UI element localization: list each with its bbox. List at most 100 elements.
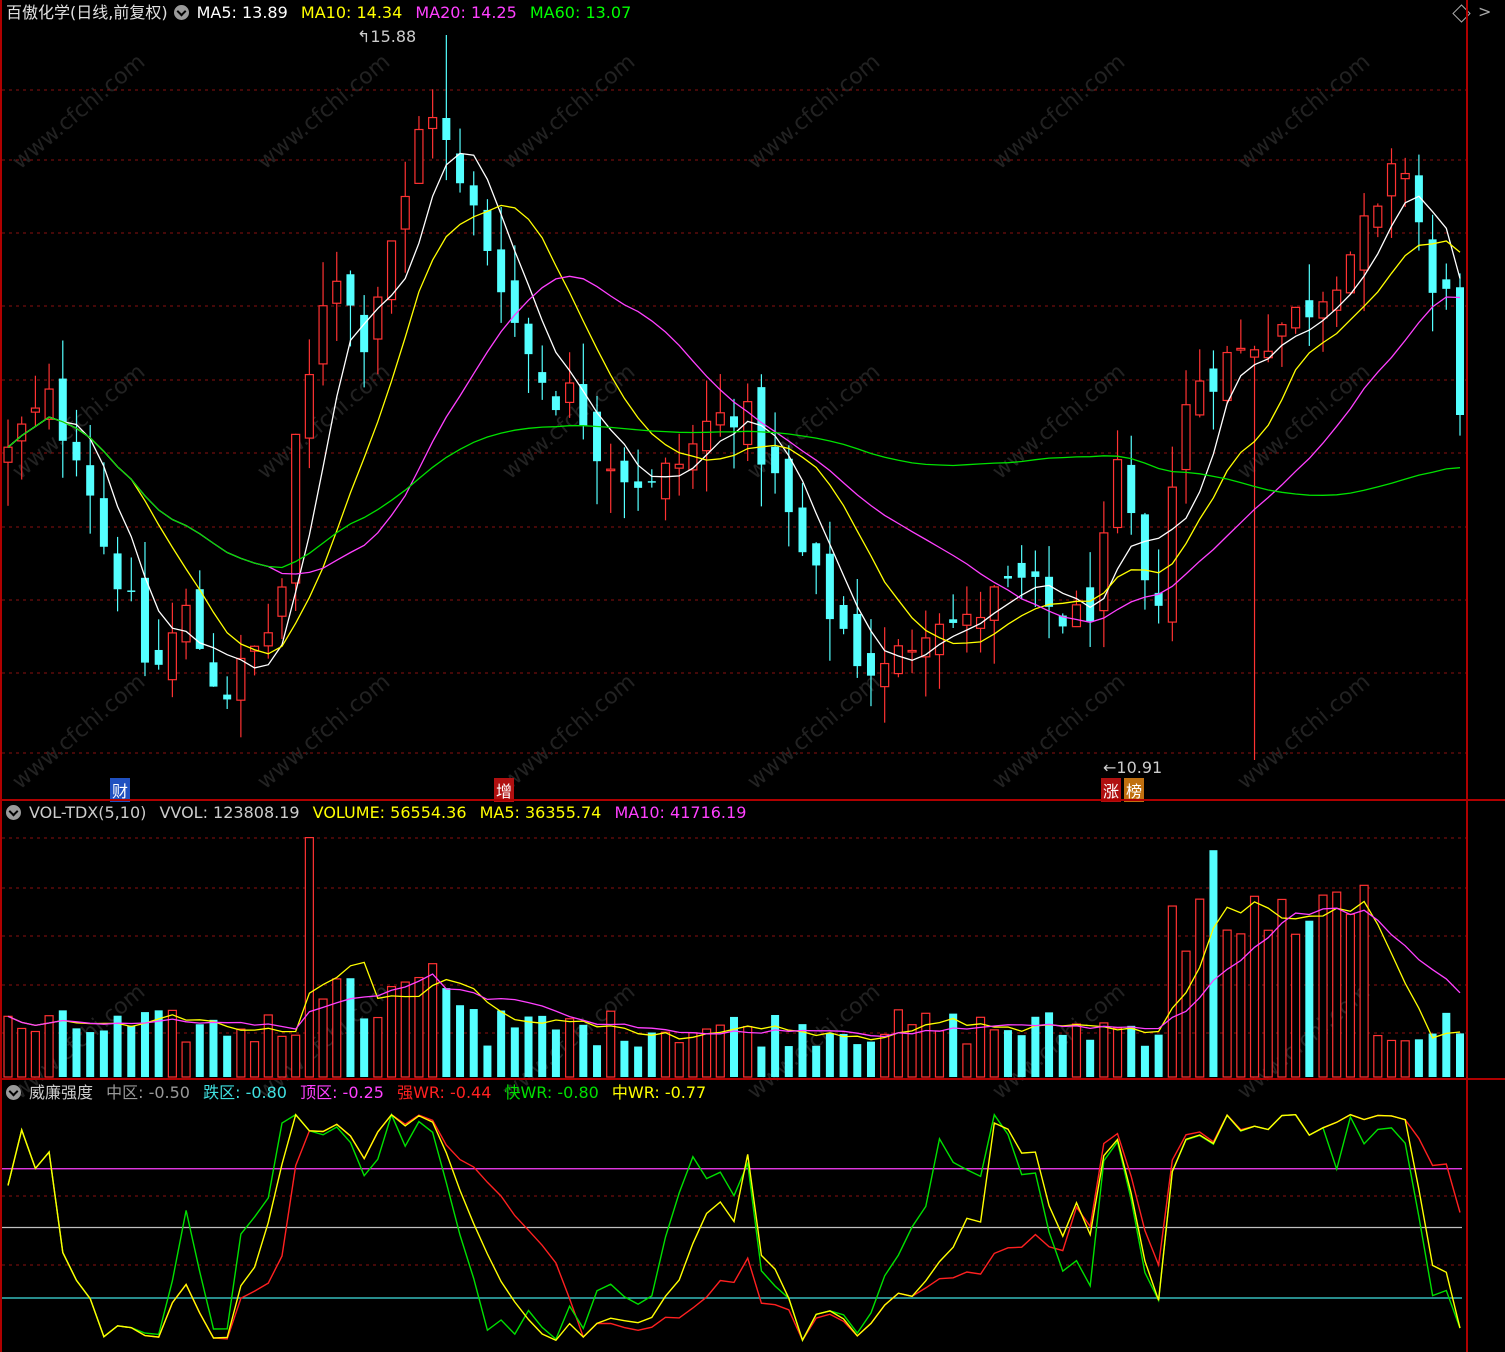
volume-bar-down	[949, 1013, 958, 1077]
stock-chart[interactable]: www.cfchi.com www.cfchi.com www.cfchi.com w…	[0, 0, 1505, 1352]
volume-bar-down	[825, 1033, 834, 1077]
candle-body-up	[400, 195, 410, 230]
volume-bar-up	[921, 1012, 931, 1078]
candle-body-down	[634, 481, 643, 488]
volume-bar-up	[660, 1031, 671, 1078]
volume-bar-up	[893, 1009, 903, 1078]
candle-body-down	[497, 249, 506, 293]
watermark-text: www.cfchi.com	[8, 669, 150, 794]
low-price-label: ←10.91	[1103, 758, 1163, 777]
candle-body-up	[1291, 306, 1301, 329]
volume-bar-up	[702, 1028, 712, 1078]
candle-body-up	[1318, 301, 1328, 319]
candle-body-up	[1181, 404, 1191, 471]
candle-body-down	[99, 498, 108, 547]
volume-bar-up	[1112, 1027, 1123, 1078]
mid-wr-label: 中WR: -0.77	[611, 1083, 707, 1102]
volume-bar-down	[538, 1015, 547, 1077]
volume-bar-down	[72, 1028, 81, 1077]
ma60-label: MA60: 13.07	[529, 3, 632, 22]
candle-body-down	[346, 274, 355, 306]
candle-body-up	[962, 613, 972, 626]
candle-body-down	[593, 411, 602, 462]
volume-bar-up	[428, 963, 438, 1078]
candle-body-down	[86, 465, 95, 496]
candle-body-down	[1086, 587, 1095, 622]
volume-bar-up	[304, 836, 314, 1078]
candle-body-down	[538, 372, 547, 383]
volume-bar-down	[209, 1019, 218, 1077]
candle-body-up	[318, 305, 328, 365]
chevron-right-icon[interactable]: >	[1478, 2, 1491, 21]
volume-bar-down	[456, 1005, 465, 1077]
candle-body-down	[510, 280, 519, 323]
settings-icon[interactable]	[6, 1084, 21, 1100]
candle-body-up	[44, 388, 54, 420]
volume-bar-up	[167, 1009, 177, 1078]
candle-body-up	[291, 433, 301, 584]
volume-bar-up	[249, 1041, 260, 1078]
mid-zone-label: 中区: -0.50	[106, 1083, 190, 1102]
candle-body-down	[1442, 279, 1451, 289]
candle-body-down	[1031, 571, 1040, 577]
volume-bar-up	[606, 1010, 616, 1078]
candle-body-down	[154, 649, 163, 665]
price-panel-header: 百傲化学(日线,前复权) MA5: 13.89 MA10: 14.34 MA20:…	[6, 0, 639, 26]
candle-body-up	[1236, 347, 1246, 351]
volume-bar-up	[17, 1027, 27, 1078]
volume-bar-up	[565, 1018, 575, 1078]
volume-bar-up	[386, 986, 397, 1078]
volume-bar-down	[1003, 1030, 1012, 1077]
watermark-text: www.cfchi.com	[1233, 49, 1375, 174]
candle-body-down	[866, 653, 875, 676]
volume-bar-up	[291, 1034, 301, 1078]
settings-icon[interactable]	[6, 804, 21, 820]
volume-bar-up	[1400, 1040, 1410, 1078]
stock-title: 百傲化学(日线,前复权)	[6, 3, 168, 22]
candle-body-down	[469, 185, 478, 206]
volume-bar-down	[524, 1016, 533, 1077]
candle-body-up	[1222, 351, 1232, 402]
ma10-label: MA10: 14.34	[300, 3, 403, 22]
high-price-label: ↰15.88	[357, 27, 417, 46]
low-zone-label: 跌区: -0.80	[203, 1083, 287, 1102]
candle-body-down	[442, 118, 451, 141]
watermark-text: www.cfchi.com	[988, 359, 1130, 484]
right-border	[1466, 0, 1468, 1352]
volume-bar-down	[812, 1045, 821, 1077]
candle-body-down	[853, 613, 862, 667]
candle-body-up	[893, 645, 903, 675]
volume-bar-down	[579, 1024, 588, 1077]
volume-bar-down	[730, 1016, 738, 1077]
candle-body-up	[1400, 172, 1410, 180]
volume-bar-up	[934, 1030, 945, 1078]
candle-body-down	[1456, 287, 1464, 416]
candle-body-up	[565, 382, 575, 403]
settings-icon[interactable]	[173, 4, 189, 20]
candle-body-up	[1249, 349, 1260, 358]
fast-wr-label: 快WR: -0.80	[504, 1083, 599, 1102]
candle-body-up	[1071, 604, 1082, 628]
watermark-text: www.cfchi.com	[253, 49, 395, 174]
volume-bar-up	[880, 1033, 890, 1078]
volume-bar-up	[1195, 898, 1205, 1078]
candle-body-up	[1112, 459, 1123, 529]
watermark-text: www.cfchi.com	[743, 49, 885, 174]
volume-bar-down	[1442, 1012, 1451, 1077]
candle-body-down	[620, 460, 629, 483]
volume-bar-down	[839, 1033, 848, 1077]
volume-bar-down	[1154, 1034, 1163, 1077]
candle-body-up	[715, 412, 725, 426]
volume-bar-up	[1236, 933, 1246, 1078]
volume-bar-up	[1373, 1034, 1383, 1078]
volume-bar-up	[373, 1016, 383, 1078]
volume-bar-down	[346, 978, 355, 1077]
volume-bar-down	[360, 1018, 369, 1077]
candle-body-down	[209, 662, 218, 687]
candle-body-down	[812, 543, 821, 566]
volume-bar-down	[510, 1027, 519, 1077]
candle-body-up	[30, 407, 40, 413]
volume-bar-up	[1071, 1023, 1082, 1078]
vol-ma5-label: MA5: 36355.74	[479, 803, 602, 822]
candle-body-down	[223, 694, 232, 700]
